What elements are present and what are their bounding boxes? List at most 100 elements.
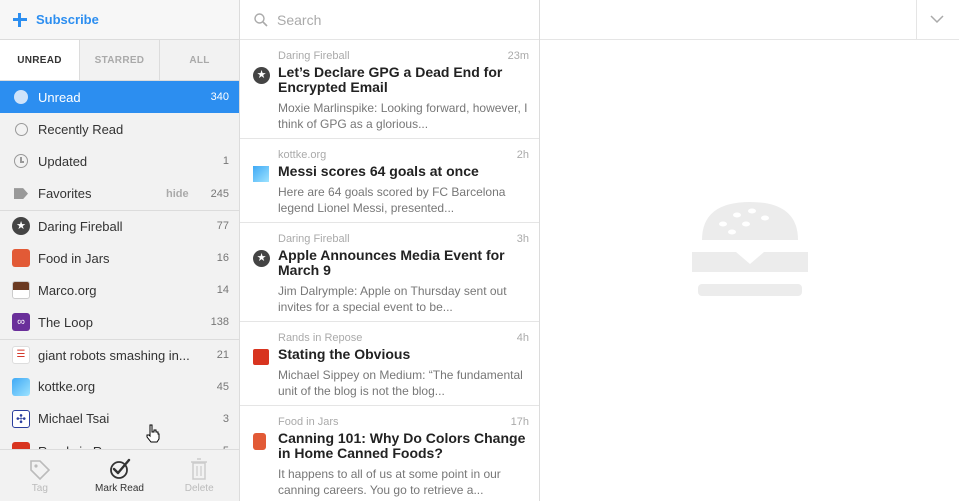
article-snippet: Jim Dalrymple: Apple on Thursday sent ou…: [278, 284, 507, 314]
sidebar-item-unread[interactable]: Unread 340: [0, 81, 239, 114]
jar-favicon-icon: [12, 249, 30, 268]
article-snippet: It happens to all of us at some point in…: [278, 467, 501, 497]
tab-unread[interactable]: UNREAD: [0, 40, 80, 80]
bottom-toolbar: Tag Mark Read Delete: [0, 449, 239, 501]
article-time: 23m: [507, 50, 529, 62]
unread-count: 138: [210, 316, 229, 329]
article-item[interactable]: Food in Jars 17h Canning 101: Why Do Colo…: [240, 406, 539, 501]
checkmark-icon: [109, 458, 130, 479]
subscribe-button[interactable]: Subscribe: [0, 0, 239, 40]
tag-icon: [12, 185, 30, 203]
burger-logo-icon: [692, 202, 808, 296]
unread-count: 16: [216, 252, 229, 265]
sidebar-item-label: giant robots smashing in...: [38, 347, 190, 363]
trash-icon: [191, 457, 208, 480]
sidebar-item-updated[interactable]: Updated 1: [0, 145, 239, 177]
article-item[interactable]: Rands in Repose 4h Stating the Obvious Mi…: [240, 322, 539, 406]
sidebar: Subscribe UNREAD STARRED ALL Unread 340 …: [0, 0, 240, 501]
tag-button[interactable]: Tag: [0, 450, 80, 501]
sidebar-item-label: Unread: [38, 89, 81, 105]
clock-icon: [12, 152, 30, 170]
article-time: 17h: [510, 416, 529, 428]
unread-count: 3: [222, 412, 229, 425]
article-source: Food in Jars: [278, 416, 339, 428]
article-item[interactable]: kottke.org 2h Messi scores 64 goals at on…: [240, 139, 539, 223]
article-time: 2h: [516, 149, 529, 161]
article-snippet: Michael Sippey on Medium: “The fundament…: [278, 368, 523, 398]
robots-favicon-icon: ☰: [12, 346, 30, 365]
sidebar-item-label: Recently Read: [38, 121, 124, 137]
tag-label: Tag: [31, 482, 48, 494]
star-favicon-icon: ★: [253, 250, 270, 267]
sidebar-item-label: Marco.org: [38, 282, 97, 298]
article-source: kottke.org: [278, 149, 327, 161]
unread-count: 14: [216, 284, 229, 297]
loop-favicon-icon: ∞: [12, 313, 30, 332]
reading-toolbar: [540, 0, 959, 40]
rands-favicon-icon: [253, 349, 269, 365]
delete-button[interactable]: Delete: [159, 450, 239, 501]
article-title: Stating the Obvious: [278, 346, 411, 362]
article-title: Canning 101: Why Do Colors Change in Hom…: [278, 430, 526, 461]
sidebar-item-label: kottke.org: [38, 379, 96, 395]
filter-tabs: UNREAD STARRED ALL: [0, 40, 239, 81]
article-snippet: Moxie Marlinspike: Looking forward, howe…: [278, 101, 528, 131]
delete-label: Delete: [184, 482, 214, 494]
article-title: Let’s Declare GPG a Dead End for Encrypt…: [278, 64, 503, 95]
unread-count: 45: [216, 380, 229, 393]
unread-count: 245: [210, 187, 229, 200]
mark-read-button[interactable]: Mark Read: [80, 450, 160, 501]
kottke-favicon-icon: [12, 377, 30, 396]
article-title: Apple Announces Media Event for March 9: [278, 247, 505, 278]
article-time: 4h: [516, 332, 529, 344]
unread-count: 340: [210, 91, 229, 104]
search-input[interactable]: Search: [277, 12, 321, 28]
chevron-down-icon[interactable]: [929, 12, 945, 26]
tab-starred[interactable]: STARRED: [80, 40, 160, 80]
article-time: 3h: [516, 233, 529, 245]
tag-icon: [30, 459, 50, 480]
sidebar-item-kottke[interactable]: kottke.org 45: [0, 371, 239, 403]
sidebar-item-michael-tsai[interactable]: ✣ Michael Tsai 3: [0, 403, 239, 435]
hand-cursor-icon: [146, 424, 160, 443]
sidebar-item-daring-fireball[interactable]: ★ Daring Fireball 77: [0, 209, 239, 242]
subscribe-label: Subscribe: [36, 12, 99, 27]
star-favicon-icon: ★: [12, 217, 30, 236]
sidebar-item-label: Updated: [38, 153, 88, 169]
article-item[interactable]: ★ Daring Fireball 23m Let’s Declare GPG a…: [240, 40, 539, 139]
unread-count: 1: [222, 155, 229, 168]
article-item[interactable]: ★ Daring Fireball 3h Apple Announces Medi…: [240, 223, 539, 322]
sidebar-item-favorites[interactable]: Favorites hide 245: [0, 178, 239, 210]
jar-favicon-icon: [253, 433, 266, 450]
search-bar[interactable]: Search: [240, 0, 539, 40]
sidebar-item-food-in-jars[interactable]: Food in Jars 16: [0, 242, 239, 274]
sidebar-item-giant-robots[interactable]: ☰ giant robots smashing in... 21: [0, 338, 239, 371]
star-favicon-icon: ★: [253, 67, 270, 84]
sidebar-item-label: Food in Jars: [38, 250, 110, 266]
article-source: Rands in Repose: [278, 332, 363, 344]
sidebar-item-recently-read[interactable]: Recently Read: [0, 113, 239, 145]
sidebar-item-label: Daring Fireball: [38, 218, 123, 234]
tsai-favicon-icon: ✣: [12, 409, 30, 428]
unread-count: 21: [216, 349, 229, 362]
hide-link[interactable]: hide: [166, 188, 189, 200]
reading-pane: [540, 0, 959, 501]
article-source: Daring Fireball: [278, 50, 350, 62]
unread-dot-icon: [12, 88, 30, 106]
sidebar-item-label: Michael Tsai: [38, 411, 110, 427]
kottke-favicon-icon: [253, 166, 269, 182]
feed-list: Unread 340 Recently Read Updated 1 Favor…: [0, 81, 239, 467]
mark-read-label: Mark Read: [95, 482, 144, 494]
article-list-pane: Search ★ Daring Fireball 23m Let’s Declar…: [240, 0, 540, 501]
sidebar-item-label: Favorites: [38, 186, 92, 202]
article-snippet: Here are 64 goals scored by FC Barcelona…: [278, 185, 506, 215]
search-icon: [254, 12, 268, 27]
sidebar-item-label: The Loop: [38, 314, 93, 330]
plus-icon: [13, 12, 27, 27]
tab-all[interactable]: ALL: [160, 40, 239, 80]
sidebar-item-the-loop[interactable]: ∞ The Loop 138: [0, 306, 239, 338]
sidebar-item-marco[interactable]: Marco.org 14: [0, 274, 239, 306]
marco-favicon-icon: [12, 281, 30, 300]
article-source: Daring Fireball: [278, 233, 350, 245]
unread-count: 77: [216, 220, 229, 233]
